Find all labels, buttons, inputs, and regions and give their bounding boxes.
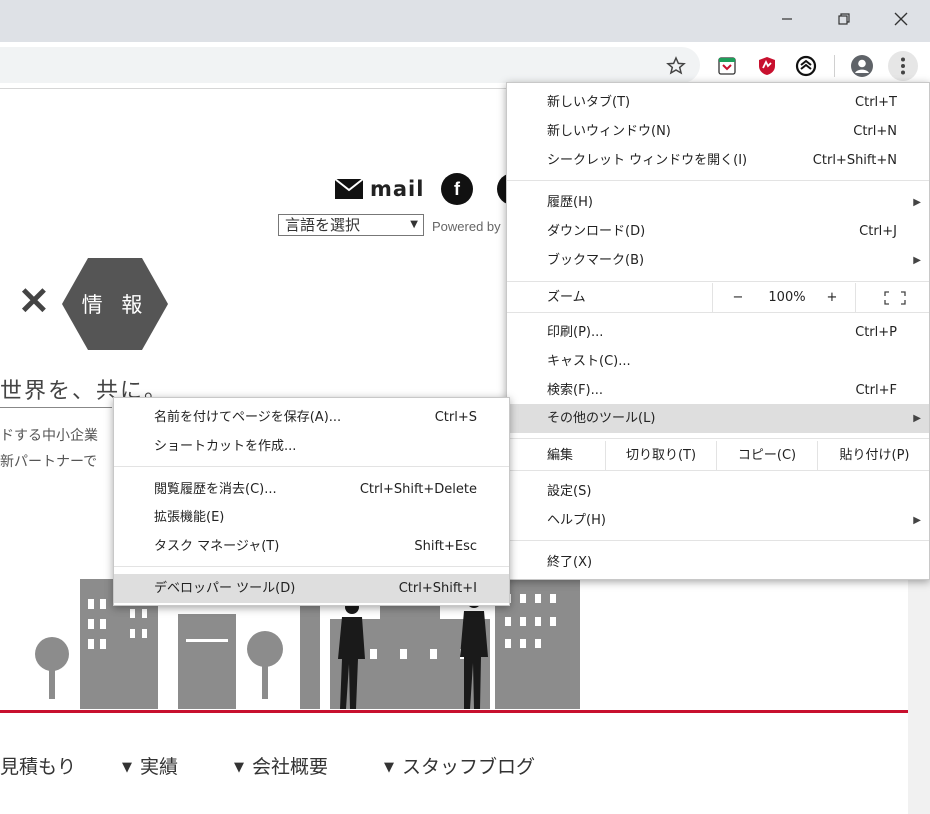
extension-pocket-icon[interactable]	[713, 52, 741, 80]
language-select[interactable]: 言語を選択 ▼	[278, 214, 424, 236]
zoom-divider	[855, 283, 856, 312]
nav-label: スタッフブログ	[402, 756, 536, 778]
menu-item-exit[interactable]: 終了(X)	[507, 548, 929, 577]
menu-separator	[507, 438, 929, 439]
submenu-arrow-icon: ▶	[913, 197, 921, 208]
hexagon-label: 情 報	[81, 293, 149, 317]
menu-item-settings[interactable]: 設定(S)	[507, 477, 929, 506]
copy-button[interactable]: コピー(C)	[717, 441, 817, 470]
menu-item-find[interactable]: 検索(F)... Ctrl+F	[507, 376, 929, 405]
accent-divider	[0, 710, 908, 713]
chrome-main-menu: 新しいタブ(T) Ctrl+T 新しいウィンドウ(N) Ctrl+N シークレット …	[506, 82, 930, 580]
close-icon	[894, 12, 908, 26]
menu-row-edit: 編集 切り取り(T) コピー(C) 貼り付け(P)	[507, 441, 929, 470]
extension-shield-icon[interactable]	[792, 52, 820, 80]
edit-label: 編集	[547, 448, 574, 463]
address-bar[interactable]	[0, 47, 700, 83]
menu-item-developer-tools[interactable]: デベロッパー ツール(D) Ctrl+Shift+I	[114, 574, 509, 603]
facebook-icon[interactable]: f	[441, 173, 473, 205]
body-text-line-2: 新パートナーで	[0, 454, 98, 470]
zoom-in-button[interactable]: +	[809, 283, 855, 312]
menu-item-incognito[interactable]: シークレット ウィンドウを開く(I) Ctrl+Shift+N	[507, 146, 929, 175]
menu-separator	[507, 540, 929, 541]
triangle-down-icon: ▼	[384, 760, 394, 775]
triangle-down-icon: ▼	[122, 760, 132, 775]
menu-item-new-window[interactable]: 新しいウィンドウ(N) Ctrl+N	[507, 117, 929, 146]
menu-separator	[114, 466, 509, 467]
nav-item-works[interactable]: ▼ 実績	[122, 752, 178, 779]
menu-item-extensions[interactable]: 拡張機能(E)	[114, 503, 509, 532]
nav-label: 見積もり	[0, 756, 77, 778]
nav-label: 実績	[140, 756, 179, 778]
menu-separator	[507, 281, 929, 282]
mail-icon	[334, 178, 364, 199]
dropdown-arrow-icon: ▼	[410, 219, 418, 230]
language-select-value: 言語を選択	[285, 216, 361, 234]
profile-icon[interactable]	[848, 52, 876, 80]
zoom-out-button[interactable]: −	[713, 283, 763, 312]
menu-item-task-manager[interactable]: タスク マネージャ(T) Shift+Esc	[114, 532, 509, 561]
tagline-underline	[0, 407, 112, 408]
facebook-letter: f	[454, 178, 460, 199]
menu-item-clear-history[interactable]: 閲覧履歴を消去(C)... Ctrl+Shift+Delete	[114, 475, 509, 504]
menu-separator	[114, 566, 509, 567]
submenu-arrow-icon: ▶	[913, 413, 921, 424]
body-text-line-1: ドする中小企業	[0, 428, 98, 444]
menu-item-print[interactable]: 印刷(P)... Ctrl+P	[507, 318, 929, 347]
submenu-arrow-icon: ▶	[913, 515, 921, 526]
menu-separator	[507, 312, 929, 313]
nav-item-blog[interactable]: ▼ スタッフブログ	[384, 752, 535, 779]
menu-item-history[interactable]: 履歴(H) ▶	[507, 188, 929, 217]
close-button[interactable]	[872, 0, 930, 38]
menu-item-create-shortcut[interactable]: ショートカットを作成...	[114, 432, 509, 461]
menu-item-bookmarks[interactable]: ブックマーク(B) ▶	[507, 246, 929, 275]
restore-button[interactable]	[815, 0, 873, 38]
minimize-button[interactable]	[758, 0, 816, 38]
cut-button[interactable]: 切り取り(T)	[606, 441, 716, 470]
menu-item-more-tools[interactable]: その他のツール(L) ▶	[507, 404, 929, 433]
powered-by-text: Powered by	[432, 219, 501, 234]
nav-item-company[interactable]: ▼ 会社概要	[234, 752, 328, 779]
mail-label: mail	[370, 177, 425, 201]
menu-item-help[interactable]: ヘルプ(H) ▶	[507, 506, 929, 535]
restore-icon	[838, 13, 850, 25]
more-tools-submenu: 名前を付けてページを保存(A)... Ctrl+S ショートカットを作成... 閲…	[113, 397, 510, 606]
star-icon[interactable]	[662, 52, 690, 80]
zoom-label: ズーム	[547, 290, 586, 305]
mail-link[interactable]: mail	[334, 177, 424, 201]
toolbar-separator	[834, 55, 835, 77]
menu-item-cast[interactable]: キャスト(C)...	[507, 347, 929, 376]
paste-button[interactable]: 貼り付け(P)	[818, 441, 930, 470]
fullscreen-icon[interactable]	[875, 291, 915, 305]
more-menu-icon[interactable]	[888, 51, 918, 81]
menu-separator	[507, 470, 929, 471]
menu-separator	[507, 180, 929, 181]
menu-row-zoom: ズーム − 100% +	[507, 283, 929, 312]
minimize-icon	[782, 18, 792, 20]
nav-item-estimate[interactable]: 見積もり	[0, 752, 76, 779]
submenu-arrow-icon: ▶	[913, 255, 921, 266]
menu-item-save-page[interactable]: 名前を付けてページを保存(A)... Ctrl+S	[114, 403, 509, 432]
menu-item-downloads[interactable]: ダウンロード(D) Ctrl+J	[507, 217, 929, 246]
zoom-level: 100%	[768, 290, 806, 305]
cross-mark: ✕	[18, 281, 50, 323]
extension-mcafee-icon[interactable]	[753, 52, 781, 80]
window-titlebar	[0, 0, 930, 42]
triangle-down-icon: ▼	[234, 760, 244, 775]
menu-item-new-tab[interactable]: 新しいタブ(T) Ctrl+T	[507, 88, 929, 117]
nav-label: 会社概要	[252, 756, 329, 778]
